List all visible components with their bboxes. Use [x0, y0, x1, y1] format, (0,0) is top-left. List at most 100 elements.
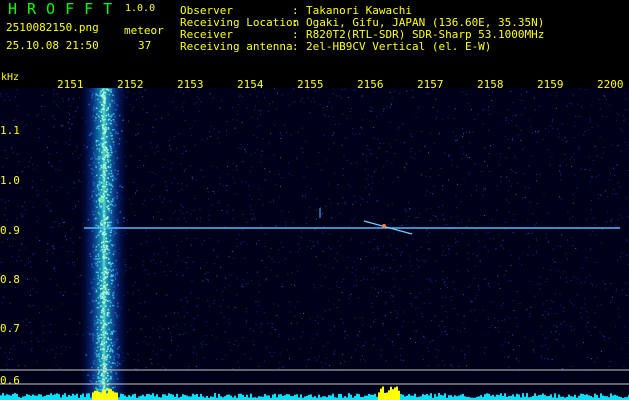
noise-speck [345, 202, 347, 204]
band-speck [115, 330, 117, 333]
band-speck [99, 292, 102, 295]
noise-speck [355, 269, 357, 271]
noise-speck [549, 125, 551, 127]
band-speck [97, 225, 100, 227]
noise-speck [556, 91, 558, 93]
band-speck [100, 280, 103, 282]
band-speck [106, 312, 109, 314]
noise-speck [131, 109, 133, 111]
band-speck [93, 258, 95, 260]
noise-speck [216, 358, 218, 360]
band-speck [113, 250, 115, 253]
noise-speck [461, 350, 463, 352]
noise-speck [29, 321, 31, 323]
noise-speck [340, 245, 342, 247]
band-speck [102, 170, 105, 172]
noise-speck [562, 345, 564, 347]
noise-speck [28, 161, 30, 163]
band-speck [103, 158, 105, 161]
floor-bar [516, 393, 518, 400]
noise-speck [441, 296, 443, 298]
noise-speck [133, 182, 135, 183]
noise-speck [152, 350, 154, 352]
floor-bar [2, 393, 4, 400]
noise-speck [487, 283, 489, 285]
band-speck [103, 298, 106, 300]
noise-speck [164, 271, 166, 273]
noise-speck [167, 114, 169, 115]
noise-speck [385, 270, 387, 272]
band-speck [110, 274, 112, 276]
floor-bar [384, 392, 386, 400]
band-speck [113, 291, 115, 293]
noise-speck [447, 224, 449, 226]
noise-speck [463, 322, 465, 324]
noise-speck [507, 356, 509, 358]
noise-speck [618, 316, 620, 318]
noise-speck [207, 300, 209, 302]
noise-speck [269, 332, 271, 334]
noise-speck [165, 274, 167, 276]
noise-speck [431, 320, 432, 322]
band-speck [92, 377, 94, 380]
noise-speck [468, 174, 470, 175]
noise-speck [42, 332, 44, 334]
band-speck [107, 127, 110, 129]
noise-speck [374, 288, 376, 290]
noise-speck [159, 336, 161, 338]
noise-speck [481, 171, 483, 172]
noise-speck [365, 154, 367, 156]
band-speck [113, 265, 116, 267]
noise-speck [420, 246, 422, 248]
noise-speck [242, 229, 244, 231]
noise-speck [334, 326, 336, 328]
noise-speck [20, 213, 22, 215]
noise-speck [53, 125, 55, 127]
noise-speck [223, 316, 225, 318]
noise-speck [288, 104, 290, 106]
noise-speck [324, 230, 326, 232]
noise-speck [566, 105, 568, 107]
noise-speck [170, 271, 172, 272]
noise-speck [200, 217, 201, 219]
band-speck [106, 293, 108, 295]
noise-speck [595, 261, 597, 263]
band-speck [101, 297, 104, 299]
noise-speck [509, 355, 511, 357]
noise-speck [451, 295, 452, 297]
noise-speck [362, 324, 364, 326]
noise-speck [78, 201, 80, 202]
band-speck [113, 144, 115, 146]
noise-speck [430, 167, 432, 169]
noise-speck [383, 111, 385, 112]
band-speck [109, 154, 112, 156]
noise-speck [404, 208, 406, 210]
noise-speck [9, 352, 11, 354]
noise-speck [620, 128, 622, 130]
noise-speck [194, 198, 196, 200]
noise-speck [186, 185, 188, 187]
noise-speck [409, 255, 411, 257]
noise-speck [515, 194, 517, 196]
noise-speck [34, 278, 36, 280]
band-speck [116, 132, 119, 135]
noise-speck [575, 344, 577, 346]
noise-speck [429, 248, 431, 250]
noise-speck [491, 100, 493, 102]
floor-bar [368, 394, 370, 400]
band-speck [92, 244, 95, 246]
band-speck [103, 342, 106, 344]
noise-speck [620, 151, 622, 152]
noise-speck [254, 152, 256, 154]
noise-speck [289, 358, 290, 360]
noise-speck [455, 140, 457, 142]
noise-speck [383, 166, 385, 168]
floor-bar [100, 393, 102, 400]
noise-speck [232, 218, 234, 220]
noise-speck [616, 112, 618, 114]
noise-speck [376, 295, 378, 297]
floor-bar [584, 395, 586, 400]
band-speck [104, 267, 106, 269]
noise-speck [581, 267, 583, 269]
noise-speck [468, 258, 470, 260]
